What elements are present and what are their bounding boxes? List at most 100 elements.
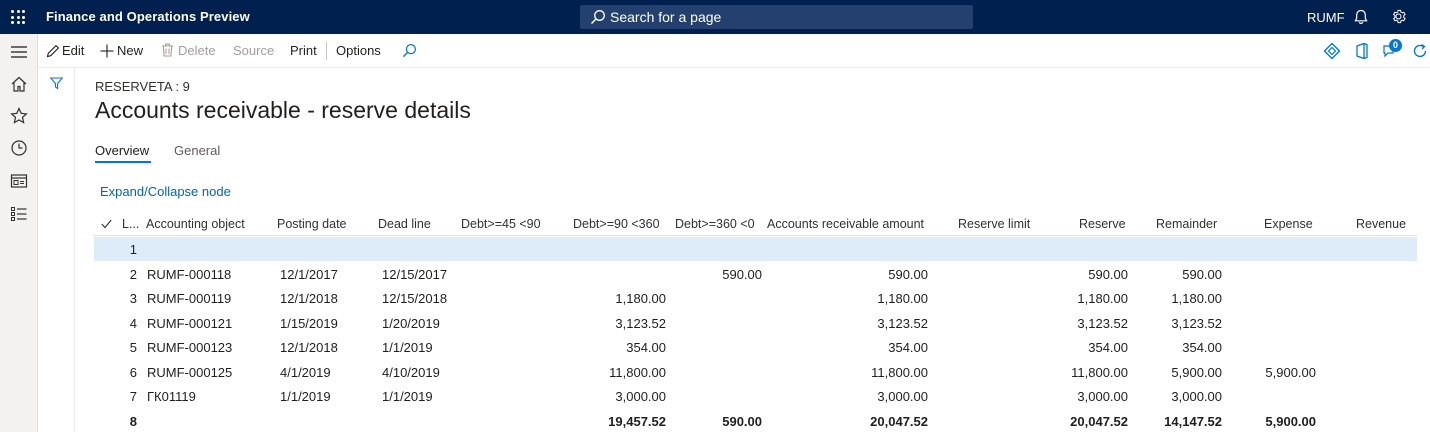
cell-remainder[interactable]: 3,123.52	[1082, 316, 1222, 331]
cell-line[interactable]: 7	[0, 389, 137, 404]
cell-debt-360[interactable]: 590.00	[622, 267, 762, 282]
bell-icon[interactable]	[1353, 9, 1369, 25]
cell-ar-amount[interactable]: 590.00	[788, 267, 928, 282]
clock-icon[interactable]	[10, 139, 28, 157]
delete-button[interactable]: Delete	[161, 43, 216, 58]
refresh-icon[interactable]	[1411, 42, 1429, 60]
hamburger-menu-icon[interactable]	[10, 43, 28, 61]
table-row[interactable]: 4 RUMF-000121 1/15/2019 1/20/2019 3,123.52 3,…	[94, 311, 1417, 335]
cell-dead-line[interactable]: 4/10/2019	[382, 365, 440, 380]
search-placeholder: Search for a page	[610, 9, 722, 25]
new-button[interactable]: New	[100, 43, 143, 58]
cell-ar-amount[interactable]: 20,047.52	[788, 414, 928, 429]
print-button[interactable]: Print	[290, 43, 317, 58]
cell-ar-amount[interactable]: 3,123.52	[788, 316, 928, 331]
cell-dead-line[interactable]: 12/15/2018	[382, 291, 447, 306]
cell-dead-line[interactable]: 1/1/2019	[382, 340, 433, 355]
cell-remainder[interactable]: 3,000.00	[1082, 389, 1222, 404]
column-header-reserve-limit[interactable]: Reserve limit	[958, 217, 1030, 231]
cell-posting-date[interactable]: 12/1/2017	[280, 267, 338, 282]
search-icon[interactable]	[402, 43, 417, 58]
workspaces-icon[interactable]	[10, 172, 28, 190]
cell-ar-amount[interactable]: 3,000.00	[788, 389, 928, 404]
app-launcher-icon[interactable]	[11, 10, 25, 24]
cell-accounting-object[interactable]: RUMF-000118	[147, 267, 231, 282]
cell-posting-date[interactable]: 1/1/2019	[280, 389, 331, 404]
top-bar: Finance and Operations Preview Search fo…	[0, 0, 1430, 34]
cell-dead-line[interactable]: 1/20/2019	[382, 316, 440, 331]
cell-dead-line[interactable]: 1/1/2019	[382, 389, 433, 404]
column-header-ar-amount[interactable]: Accounts receivable amount	[767, 217, 924, 231]
cell-dead-line[interactable]: 12/15/2017	[382, 267, 447, 282]
cell-accounting-object[interactable]: RUMF-000121	[147, 316, 232, 331]
cell-line[interactable]: 5	[0, 340, 137, 355]
options-button[interactable]: Options	[336, 43, 381, 58]
cell-accounting-object[interactable]: RUMF-000119	[147, 291, 231, 306]
cell-accounting-object[interactable]: RUMF-000123	[147, 340, 232, 355]
tab-general[interactable]: General	[174, 143, 220, 158]
column-header-reserve[interactable]: Reserve	[1079, 217, 1126, 231]
cell-accounting-object[interactable]: ГК01119	[147, 389, 196, 404]
cell-posting-date[interactable]: 12/1/2018	[280, 340, 338, 355]
gear-icon[interactable]	[1390, 8, 1407, 25]
cell-ar-amount[interactable]: 11,800.00	[788, 365, 928, 380]
column-header-expense[interactable]: Expense	[1264, 217, 1313, 231]
select-all-check-icon[interactable]	[101, 219, 112, 229]
cell-remainder[interactable]: 1,180.00	[1082, 291, 1222, 306]
power-apps-icon[interactable]	[1323, 42, 1341, 60]
cell-debt-90-360[interactable]: 1,180.00	[526, 291, 666, 306]
cell-posting-date[interactable]: 1/15/2019	[280, 316, 338, 331]
cell-expense[interactable]: 5,900.00	[1176, 365, 1316, 380]
cell-debt-90-360[interactable]: 3,123.52	[526, 316, 666, 331]
table-row[interactable]: 3 RUMF-000119 12/1/2018 12/15/2018 1,180.00 1…	[94, 286, 1417, 310]
column-header-debt-360[interactable]: Debt>=360 <0	[675, 217, 755, 231]
modules-list-icon[interactable]	[10, 205, 28, 223]
column-header-debt-90-360[interactable]: Debt>=90 <360	[573, 217, 660, 231]
home-icon[interactable]	[10, 75, 28, 93]
plus-icon	[100, 44, 114, 58]
cell-posting-date[interactable]: 4/1/2019	[280, 365, 331, 380]
company-picker[interactable]: RUMF	[1307, 10, 1345, 25]
table-row-total[interactable]: 8 19,457.52 590.00 20,047.52 20,047.52 14,147…	[94, 409, 1417, 432]
cell-posting-date[interactable]: 12/1/2018	[280, 291, 338, 306]
filter-icon[interactable]	[50, 77, 63, 90]
office-icon[interactable]	[1353, 42, 1371, 60]
cell-expense[interactable]: 5,900.00	[1176, 414, 1316, 429]
cell-line[interactable]: 8	[0, 414, 137, 429]
cell-debt-90-360[interactable]: 354.00	[526, 340, 666, 355]
search-box[interactable]: Search for a page	[580, 5, 973, 29]
cell-remainder[interactable]: 590.00	[1082, 267, 1222, 282]
star-icon[interactable]	[10, 107, 28, 125]
column-header-line[interactable]: L...	[122, 217, 139, 231]
column-header-posting-date[interactable]: Posting date	[277, 217, 347, 231]
column-header-revenue[interactable]: Revenue	[1356, 217, 1406, 231]
table-row[interactable]: 6 RUMF-000125 4/1/2019 4/10/2019 11,800.00 11…	[94, 360, 1417, 384]
column-header-dead-line[interactable]: Dead line	[378, 217, 431, 231]
delete-label: Delete	[178, 43, 216, 58]
expand-collapse-node-link[interactable]: Expand/Collapse node	[100, 184, 231, 199]
table-row[interactable]: 2 RUMF-000118 12/1/2017 12/15/2017 590.00 590…	[94, 262, 1417, 286]
table-row[interactable]: 1	[94, 237, 1417, 261]
column-header-accounting-object[interactable]: Accounting object	[146, 217, 245, 231]
cell-debt-360[interactable]: 590.00	[622, 414, 762, 429]
cell-line[interactable]: 1	[0, 242, 137, 257]
cell-remainder[interactable]: 354.00	[1082, 340, 1222, 355]
cell-debt-90-360[interactable]: 3,000.00	[526, 389, 666, 404]
tab-overview[interactable]: Overview	[95, 143, 149, 158]
cell-line[interactable]: 3	[0, 291, 137, 306]
cell-debt-90-360[interactable]: 11,800.00	[526, 365, 666, 380]
edit-button[interactable]: Edit	[46, 43, 84, 58]
table-row[interactable]: 5 RUMF-000123 12/1/2018 1/1/2019 354.00 354.0…	[94, 335, 1417, 359]
cell-line[interactable]: 6	[0, 365, 137, 380]
source-button[interactable]: Source	[233, 43, 274, 58]
column-header-remainder[interactable]: Remainder	[1156, 217, 1217, 231]
table-row[interactable]: 7 ГК01119 1/1/2019 1/1/2019 3,000.00 3,000.00…	[94, 384, 1417, 408]
cell-accounting-object[interactable]: RUMF-000125	[147, 365, 232, 380]
messages-button[interactable]: 0	[1381, 39, 1403, 61]
trash-icon	[162, 43, 173, 57]
cell-ar-amount[interactable]: 1,180.00	[788, 291, 928, 306]
cell-line[interactable]: 2	[0, 267, 137, 282]
cell-line[interactable]: 4	[0, 316, 137, 331]
column-header-debt-45-90[interactable]: Debt>=45 <90	[461, 217, 541, 231]
cell-ar-amount[interactable]: 354.00	[788, 340, 928, 355]
